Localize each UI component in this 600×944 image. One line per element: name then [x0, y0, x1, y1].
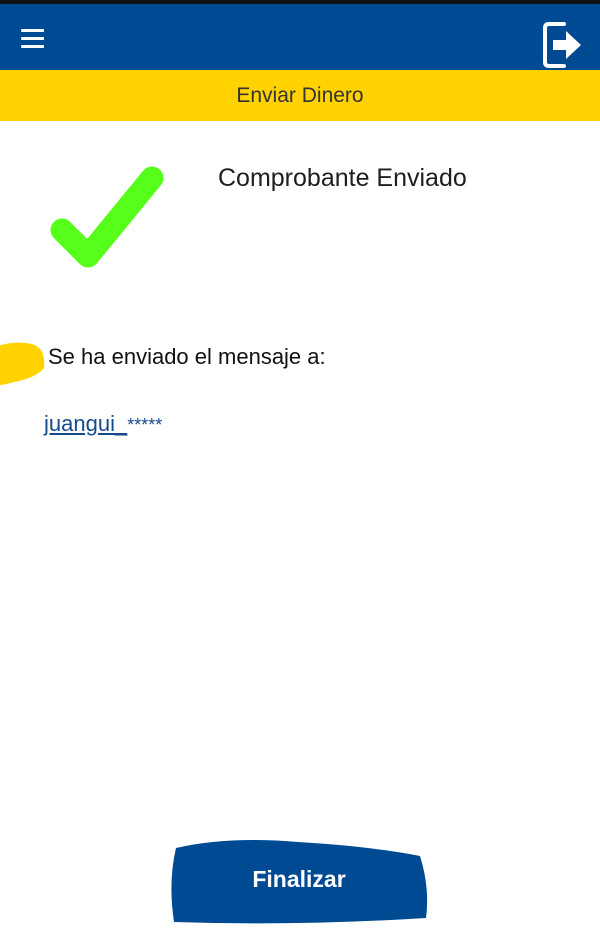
finish-button[interactable]: Finalizar	[168, 838, 430, 926]
recipient-line: juangui_*****	[44, 411, 162, 437]
section-title-bar: Enviar Dinero	[0, 70, 600, 121]
hamburger-menu-icon	[21, 29, 44, 32]
recipient-masked-text: *****	[127, 415, 163, 435]
checkmark-icon	[50, 166, 164, 268]
hamburger-menu-icon-bar	[21, 45, 44, 48]
recipient-link[interactable]: juangui_	[44, 411, 127, 436]
logout-icon	[543, 22, 581, 68]
yellow-brush-mark	[0, 342, 45, 386]
send-money-confirmation-screen: Enviar Dinero Comprobante Enviado Se ha …	[0, 0, 600, 944]
message-sent-label: Se ha enviado el mensaje a:	[48, 344, 326, 369]
section-title: Enviar Dinero	[236, 83, 364, 107]
menu-button[interactable]	[14, 20, 50, 56]
finish-button-label: Finalizar	[252, 865, 346, 892]
confirmation-title: Comprobante Enviado	[218, 164, 467, 192]
hamburger-menu-icon-bar	[21, 37, 44, 40]
app-header	[0, 4, 600, 70]
logout-button[interactable]	[540, 20, 586, 70]
